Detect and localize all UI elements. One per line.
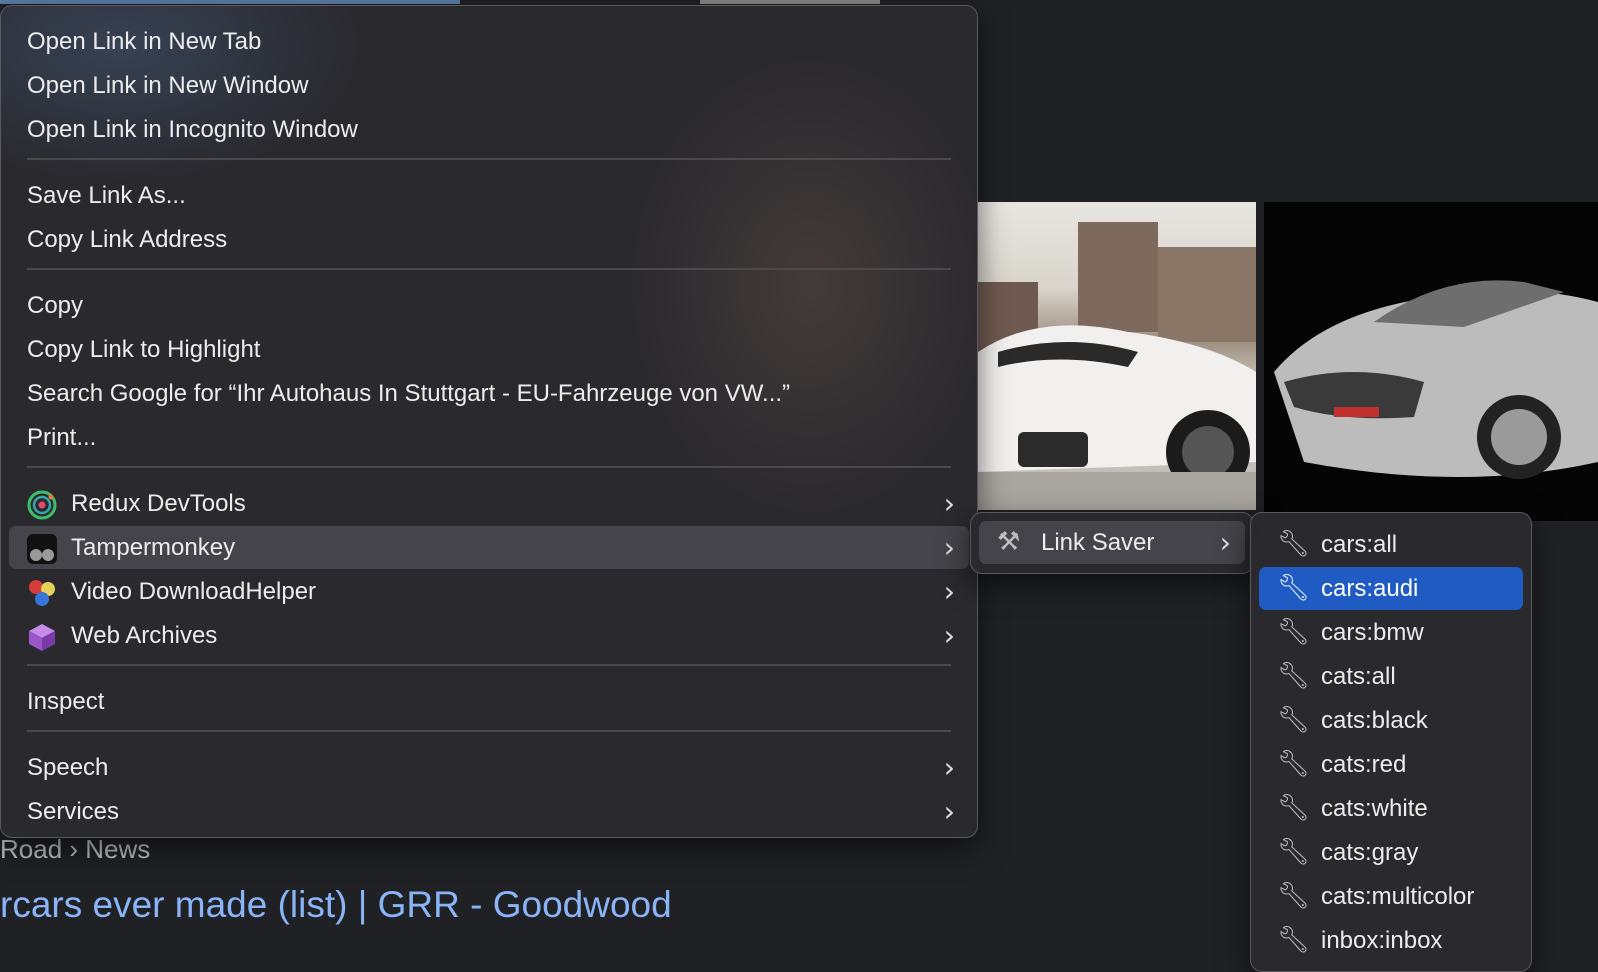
web-archives-icon: [27, 622, 57, 652]
tampermonkey-submenu: ⚒ Link Saver ›: [970, 512, 1254, 574]
menu-item-cats-white[interactable]: 🔧︎ cats:white: [1259, 787, 1523, 830]
menu-item-label: cats:red: [1321, 750, 1407, 778]
menu-item-label: Open Link in New Tab: [27, 27, 262, 55]
menu-item-tampermonkey[interactable]: Tampermonkey ›: [9, 526, 969, 569]
menu-item-save-link-as[interactable]: Save Link As...: [9, 174, 969, 217]
wrench-icon: 🔧︎: [1277, 793, 1311, 823]
menu-item-label: Redux DevTools: [71, 489, 246, 517]
chevron-right-icon: ›: [943, 575, 955, 608]
menu-separator: [27, 268, 951, 270]
page-image-strip: [700, 0, 880, 4]
menu-item-inbox-inbox[interactable]: 🔧︎ inbox:inbox: [1259, 919, 1523, 962]
menu-item-label: Search Google for “Ihr Autohaus In Stutt…: [27, 379, 791, 407]
menu-item-label: cats:multicolor: [1321, 882, 1475, 910]
wrench-icon: 🔧︎: [1277, 661, 1311, 691]
menu-item-open-incognito[interactable]: Open Link in Incognito Window: [9, 108, 969, 151]
menu-item-label: Web Archives: [71, 621, 218, 649]
context-menu: Open Link in New Tab Open Link in New Wi…: [0, 5, 978, 838]
menu-item-label: Print...: [27, 423, 97, 451]
menu-item-cats-red[interactable]: 🔧︎ cats:red: [1259, 743, 1523, 786]
menu-item-label: cars:audi: [1321, 574, 1419, 602]
menu-item-label: Copy Link to Highlight: [27, 335, 261, 363]
menu-item-label: Save Link As...: [27, 181, 186, 209]
menu-item-cars-audi[interactable]: 🔧︎ cars:audi: [1259, 567, 1523, 610]
chevron-right-icon: ›: [943, 619, 955, 652]
menu-item-cars-bmw[interactable]: 🔧︎ cars:bmw: [1259, 611, 1523, 654]
search-result-breadcrumb: Road › News: [0, 834, 151, 864]
menu-item-video-downloadhelper[interactable]: Video DownloadHelper ›: [9, 570, 969, 613]
menu-item-services[interactable]: Services ›: [9, 790, 969, 833]
menu-item-label: cats:gray: [1321, 838, 1419, 866]
chevron-right-icon: ›: [943, 795, 955, 828]
menu-item-label: cats:all: [1321, 662, 1396, 690]
menu-item-label: Services: [27, 797, 120, 825]
menu-item-open-new-tab[interactable]: Open Link in New Tab: [9, 20, 969, 63]
menu-item-link-saver[interactable]: ⚒ Link Saver ›: [979, 521, 1245, 564]
wrench-icon: 🔧︎: [1277, 925, 1311, 955]
menu-item-label: Speech: [27, 753, 109, 781]
tools-icon: ⚒: [997, 527, 1021, 557]
tampermonkey-icon: [27, 534, 57, 564]
search-result-title-link[interactable]: rcars ever made (list) | GRR - Goodwood: [0, 884, 672, 926]
menu-item-open-new-window[interactable]: Open Link in New Window: [9, 64, 969, 107]
menu-item-copy-link-address[interactable]: Copy Link Address: [9, 218, 969, 261]
chevron-right-icon: ›: [1219, 526, 1231, 559]
menu-item-label: inbox:inbox: [1321, 926, 1443, 954]
menu-item-label: Copy Link Address: [27, 225, 228, 253]
menu-separator: [27, 664, 951, 666]
menu-item-label: cats:black: [1321, 706, 1428, 734]
wrench-icon: 🔧︎: [1277, 573, 1311, 603]
menu-separator: [27, 730, 951, 732]
menu-item-label: Open Link in New Window: [27, 71, 309, 99]
video-downloadhelper-icon: [27, 578, 57, 608]
menu-item-cars-all[interactable]: 🔧︎ cars:all: [1259, 523, 1523, 566]
menu-item-cats-gray[interactable]: 🔧︎ cats:gray: [1259, 831, 1523, 874]
car-illustration: [1274, 280, 1598, 479]
car-image-silver-racecar[interactable]: [1264, 202, 1598, 521]
car-image-white-supercar[interactable]: [978, 202, 1256, 510]
menu-item-label: Copy: [27, 291, 84, 319]
wrench-icon: 🔧︎: [1277, 837, 1311, 867]
menu-separator: [27, 158, 951, 160]
menu-separator: [27, 466, 951, 468]
chevron-right-icon: ›: [943, 751, 955, 784]
menu-item-label: Open Link in Incognito Window: [27, 115, 358, 143]
menu-item-copy[interactable]: Copy: [9, 284, 969, 327]
menu-item-cats-black[interactable]: 🔧︎ cats:black: [1259, 699, 1523, 742]
wrench-icon: 🔧︎: [1277, 881, 1311, 911]
menu-item-redux-devtools[interactable]: Redux DevTools ›: [9, 482, 969, 525]
wrench-icon: 🔧︎: [1277, 617, 1311, 647]
wrench-icon: 🔧︎: [1277, 749, 1311, 779]
menu-item-copy-link-to-highlight[interactable]: Copy Link to Highlight: [9, 328, 969, 371]
chevron-right-icon: ›: [943, 531, 955, 564]
menu-item-web-archives[interactable]: Web Archives ›: [9, 614, 969, 657]
menu-item-label: cats:white: [1321, 794, 1428, 822]
menu-item-label: Video DownloadHelper: [71, 577, 317, 605]
chevron-right-icon: ›: [943, 487, 955, 520]
page-image-strip: [0, 0, 460, 4]
menu-item-search-google[interactable]: Search Google for “Ihr Autohaus In Stutt…: [9, 372, 969, 415]
menu-item-speech[interactable]: Speech ›: [9, 746, 969, 789]
wrench-icon: 🔧︎: [1277, 529, 1311, 559]
menu-item-label: cars:all: [1321, 530, 1398, 558]
menu-item-inspect[interactable]: Inspect: [9, 680, 969, 723]
menu-item-label: cars:bmw: [1321, 618, 1424, 646]
menu-item-print[interactable]: Print...: [9, 416, 969, 459]
link-saver-submenu: 🔧︎ cars:all 🔧︎ cars:audi 🔧︎ cars:bmw 🔧︎ cats…: [1250, 512, 1532, 972]
menu-item-cats-all[interactable]: 🔧︎ cats:all: [1259, 655, 1523, 698]
car-illustration: [978, 222, 1256, 510]
menu-item-label: Inspect: [27, 687, 105, 715]
redux-devtools-icon: [27, 490, 57, 520]
menu-item-label: Tampermonkey: [71, 533, 236, 561]
wrench-icon: 🔧︎: [1277, 705, 1311, 735]
menu-item-label: Link Saver: [1041, 528, 1155, 556]
menu-item-cats-multicolor[interactable]: 🔧︎ cats:multicolor: [1259, 875, 1523, 918]
